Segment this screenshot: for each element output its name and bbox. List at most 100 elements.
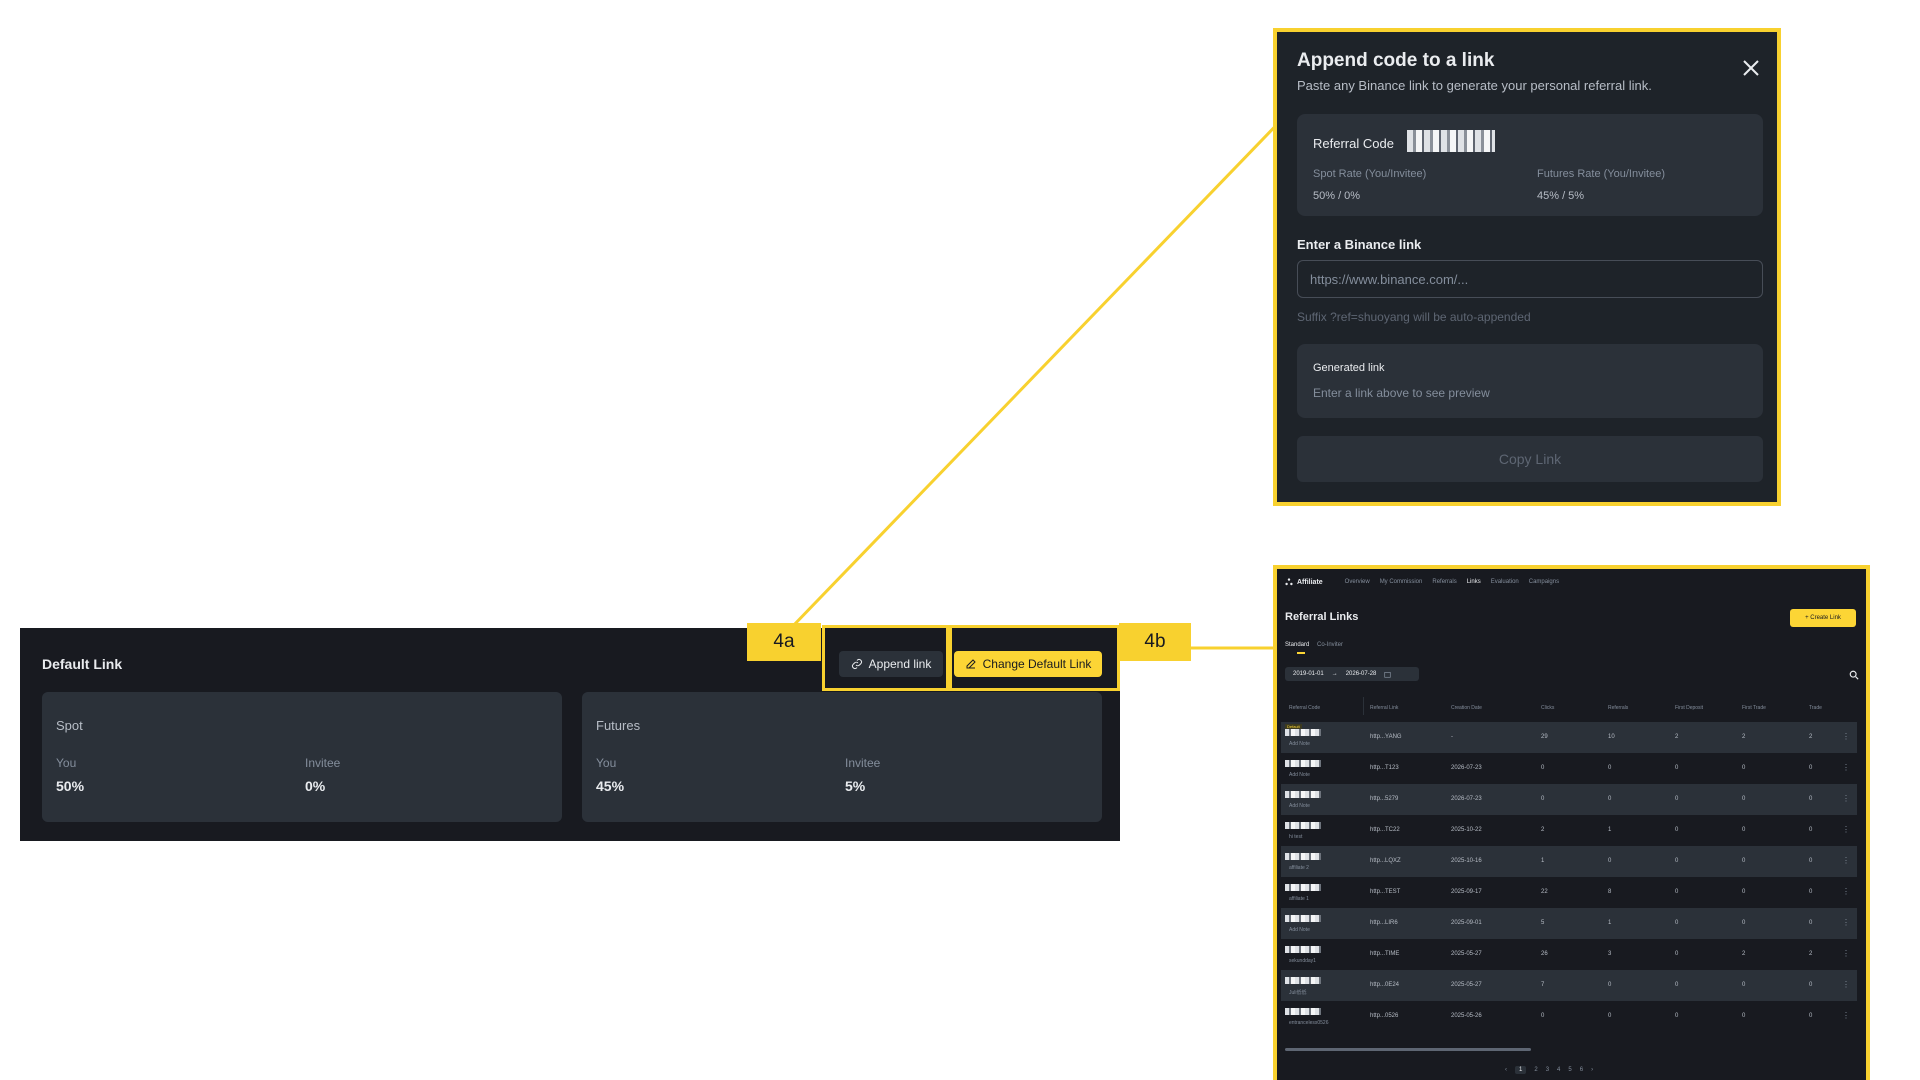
close-icon[interactable] (1741, 58, 1761, 78)
search-icon[interactable] (1849, 670, 1859, 680)
brand-label: Affiliate (1297, 578, 1323, 586)
kebab-menu-icon[interactable]: ⋮ (1842, 1011, 1850, 1020)
tab-co-inviter[interactable]: Co-Inviter (1317, 642, 1343, 648)
copy-link-button[interactable]: Copy Link (1297, 436, 1763, 482)
nav-overview[interactable]: Overview (1345, 579, 1370, 585)
binance-link-input[interactable] (1297, 260, 1763, 298)
generated-link-card: Generated link Enter a link above to see… (1297, 344, 1763, 418)
table-row[interactable]: Add Note http...LIR6 2025-09-01 5 1 0 0 0 ⋮ (1281, 908, 1857, 939)
page-5[interactable]: 5 (1568, 1067, 1571, 1073)
referral-code-redacted (1285, 977, 1321, 984)
date-range-picker[interactable]: 2019-01-01 → 2026-07-28 (1285, 667, 1419, 681)
cell-link[interactable]: http...5279 (1370, 796, 1398, 802)
kebab-menu-icon[interactable]: ⋮ (1842, 763, 1850, 772)
table-row[interactable]: entranceless0526 http...0526 2025-05-26 0 0 0… (1281, 1001, 1857, 1032)
kebab-menu-icon[interactable]: ⋮ (1842, 794, 1850, 803)
kebab-menu-icon[interactable]: ⋮ (1842, 887, 1850, 896)
table-row[interactable]: hi test http...TC22 2025-10-22 2 1 0 0 0 ⋮ (1281, 815, 1857, 846)
create-link-button[interactable]: + Create Link (1790, 609, 1856, 627)
cell-trade: 0 (1809, 858, 1813, 864)
nav-referrals[interactable]: Referrals (1432, 579, 1456, 585)
col-referrals[interactable]: Referrals (1608, 705, 1628, 711)
row-note[interactable]: Add Note (1289, 741, 1310, 747)
cell-date: 2026-07-23 (1451, 765, 1482, 771)
page-4[interactable]: 4 (1557, 1067, 1560, 1073)
cell-trade: 0 (1809, 796, 1813, 802)
row-note[interactable]: Add Note (1289, 927, 1310, 933)
col-referral-link: Referral Link (1370, 705, 1399, 711)
nav-my-commission[interactable]: My Commission (1380, 579, 1423, 585)
cell-date: 2025-09-17 (1451, 889, 1482, 895)
prev-page-icon[interactable]: ‹ (1505, 1067, 1507, 1073)
cell-date: 2025-05-26 (1451, 1013, 1482, 1019)
cell-deposit: 0 (1675, 858, 1679, 864)
table-row[interactable]: Default Add Note http...YANG - 29 10 2 2 2 ⋮ (1281, 722, 1857, 753)
row-note[interactable]: Add Note (1289, 803, 1310, 809)
column-divider (1363, 697, 1364, 715)
cell-date: 2025-10-22 (1451, 827, 1482, 833)
cell-clicks: 29 (1541, 734, 1548, 740)
nav-campaigns[interactable]: Campaigns (1529, 579, 1559, 585)
default-badge: Default (1285, 724, 1302, 729)
table-row[interactable]: sekundday1 http...TIME 2025-05-27 26 3 0 2 2 ⋮ (1281, 939, 1857, 970)
nav-evaluation[interactable]: Evaluation (1491, 579, 1519, 585)
row-note[interactable]: Juli低低 (1289, 989, 1307, 996)
row-note[interactable]: affiliate 1 (1289, 896, 1309, 902)
modal-title: Append code to a link (1297, 50, 1495, 71)
cell-referrals: 0 (1608, 858, 1612, 864)
kebab-menu-icon[interactable]: ⋮ (1842, 825, 1850, 834)
panel-title: Default Link (42, 656, 123, 672)
tab-standard[interactable]: Standard (1285, 642, 1309, 648)
append-link-button[interactable]: Append link (839, 651, 943, 677)
col-trade[interactable]: Trade (1809, 705, 1822, 711)
table-row[interactable]: affiliate 1 http...TEST 2025-09-17 22 8 0 0 0 ⋮ (1281, 877, 1857, 908)
row-note[interactable]: Add Note (1289, 772, 1310, 778)
kebab-menu-icon[interactable]: ⋮ (1842, 980, 1850, 989)
cell-date: 2025-05-27 (1451, 951, 1482, 957)
page-1[interactable]: 1 (1515, 1066, 1527, 1074)
cell-link[interactable]: http...TIME (1370, 951, 1399, 957)
col-first-deposit[interactable]: First Deposit (1675, 705, 1703, 711)
next-page-icon[interactable]: › (1591, 1067, 1593, 1073)
table-row[interactable]: Juli低低 http...0E24 2025-05-27 7 0 0 0 0 ⋮ (1281, 970, 1857, 1001)
cell-trade1: 0 (1742, 889, 1746, 895)
cell-referrals: 1 (1608, 827, 1612, 833)
table-row[interactable]: affiliate 2 http...LQXZ 2025-10-16 1 0 0 0 0 ⋮ (1281, 846, 1857, 877)
table-row[interactable]: Add Note http...T123 2026-07-23 0 0 0 0 0 ⋮ (1281, 753, 1857, 784)
col-clicks[interactable]: Clicks (1541, 705, 1554, 711)
referral-code-redacted (1285, 729, 1321, 736)
row-note[interactable]: hi test (1289, 834, 1302, 840)
page-3[interactable]: 3 (1546, 1067, 1549, 1073)
cell-link[interactable]: http...LQXZ (1370, 858, 1401, 864)
row-note[interactable]: sekundday1 (1289, 958, 1316, 964)
cell-link[interactable]: http...0526 (1370, 1013, 1398, 1019)
callout-tag-4a: 4a (747, 623, 821, 661)
horizontal-scrollbar[interactable] (1285, 1048, 1531, 1051)
cell-trade1: 0 (1742, 858, 1746, 864)
col-creation-date[interactable]: Creation Date (1451, 705, 1482, 711)
cell-trade1: 2 (1742, 951, 1746, 957)
referral-code-label: Referral Code (1313, 136, 1394, 151)
page-2[interactable]: 2 (1534, 1067, 1537, 1073)
change-default-link-button[interactable]: Change Default Link (954, 651, 1102, 677)
cell-deposit: 0 (1675, 951, 1679, 957)
nav-links[interactable]: Links (1467, 579, 1481, 585)
cell-link[interactable]: http...TC22 (1370, 827, 1400, 833)
cell-link[interactable]: http...T123 (1370, 765, 1399, 771)
cell-link[interactable]: http...0E24 (1370, 982, 1399, 988)
kebab-menu-icon[interactable]: ⋮ (1842, 949, 1850, 958)
table-row[interactable]: Add Note http...5279 2026-07-23 0 0 0 0 0 ⋮ (1281, 784, 1857, 815)
page-6[interactable]: 6 (1580, 1067, 1583, 1073)
kebab-menu-icon[interactable]: ⋮ (1842, 918, 1850, 927)
edit-icon (966, 659, 976, 669)
cell-deposit: 0 (1675, 982, 1679, 988)
kebab-menu-icon[interactable]: ⋮ (1842, 732, 1850, 741)
col-first-trade[interactable]: First Trade (1742, 705, 1766, 711)
cell-link[interactable]: http...LIR6 (1370, 920, 1398, 926)
row-note[interactable]: entranceless0526 (1289, 1020, 1328, 1026)
referral-code-redacted (1285, 760, 1321, 767)
row-note[interactable]: affiliate 2 (1289, 865, 1309, 871)
cell-link[interactable]: http...YANG (1370, 734, 1402, 740)
kebab-menu-icon[interactable]: ⋮ (1842, 856, 1850, 865)
cell-link[interactable]: http...TEST (1370, 889, 1400, 895)
